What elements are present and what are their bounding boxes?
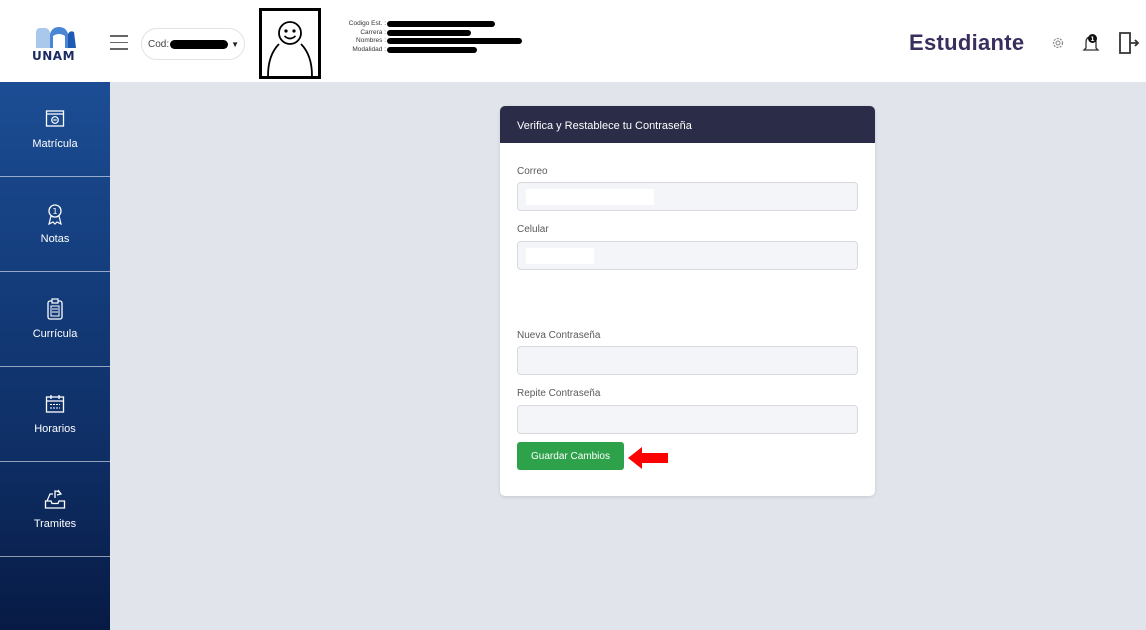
redacted-code bbox=[170, 39, 229, 49]
correo-label: Correo bbox=[517, 166, 548, 177]
sidebar-item-label: Notas bbox=[40, 233, 70, 245]
card-title: Verifica y Restablece tu Contraseña bbox=[500, 106, 875, 143]
student-info: Codigo Est. : Carrera : Nombres : Modali… bbox=[335, 20, 522, 54]
sidebar-item-notas[interactable]: 1 Notas bbox=[0, 177, 110, 272]
user-avatar-icon bbox=[267, 21, 313, 77]
cod-selector[interactable]: Cod: ▼ bbox=[141, 28, 245, 60]
new-password-input[interactable] bbox=[517, 346, 858, 375]
svg-text:1: 1 bbox=[1090, 36, 1094, 43]
avatar bbox=[259, 8, 321, 79]
menu-icon[interactable] bbox=[110, 35, 128, 51]
sidebar: Matrícula 1 Notas Currícula Horarios Tra… bbox=[0, 82, 110, 630]
role-title: Estudiante bbox=[909, 30, 1025, 55]
sidebar-item-horarios[interactable]: Horarios bbox=[0, 367, 110, 462]
sidebar-item-label: Horarios bbox=[34, 423, 76, 435]
inbox-upload-icon bbox=[44, 488, 66, 510]
svg-text:1: 1 bbox=[52, 207, 57, 216]
repite-contrasena-label: Repite Contraseña bbox=[517, 388, 601, 399]
info-label-codigo: Codigo Est. : bbox=[348, 20, 386, 27]
save-button[interactable]: Guardar Cambios bbox=[517, 442, 624, 470]
info-label-carrera: Carrera : bbox=[360, 28, 386, 36]
sidebar-item-matricula[interactable]: Matrícula bbox=[0, 82, 110, 177]
sidebar-item-curricula[interactable]: Currícula bbox=[0, 272, 110, 367]
redacted-value bbox=[387, 21, 495, 28]
red-arrow-icon bbox=[628, 447, 668, 469]
info-label-nombres: Nombres : bbox=[356, 37, 386, 44]
logout-icon[interactable] bbox=[1117, 32, 1141, 54]
correo-input[interactable] bbox=[517, 182, 858, 211]
top-header: UNAM Cod: ▼ Codigo Est. : Carrera : Nomb… bbox=[0, 0, 1146, 82]
clipboard-icon bbox=[46, 298, 64, 320]
settings-icon[interactable] bbox=[1051, 32, 1065, 54]
confirm-password-input[interactable] bbox=[517, 405, 858, 434]
nueva-contrasena-label: Nueva Contraseña bbox=[517, 330, 601, 341]
celular-input[interactable] bbox=[517, 241, 858, 270]
celular-label: Celular bbox=[517, 224, 549, 235]
sidebar-item-label: Matrícula bbox=[32, 138, 78, 150]
sidebar-item-label: Currícula bbox=[32, 328, 78, 340]
notification-icon[interactable]: 1 bbox=[1082, 32, 1100, 54]
password-reset-card: Verifica y Restablece tu Contraseña Corr… bbox=[500, 106, 875, 496]
sidebar-item-tramites[interactable]: Tramites bbox=[0, 462, 110, 557]
redacted-value bbox=[526, 248, 594, 264]
enrollment-icon bbox=[45, 108, 65, 130]
calendar-icon bbox=[45, 393, 65, 415]
info-label-modalidad: Modalidad : bbox=[352, 45, 386, 53]
redacted-value bbox=[387, 46, 477, 53]
logo-text: UNAM bbox=[32, 49, 76, 63]
redacted-value bbox=[526, 189, 654, 205]
redacted-value bbox=[387, 38, 522, 45]
sidebar-item-label: Tramites bbox=[33, 518, 77, 530]
redacted-value bbox=[387, 29, 471, 36]
award-icon: 1 bbox=[45, 203, 65, 225]
cod-label: Cod: bbox=[148, 38, 170, 50]
caret-down-icon: ▼ bbox=[231, 39, 240, 49]
